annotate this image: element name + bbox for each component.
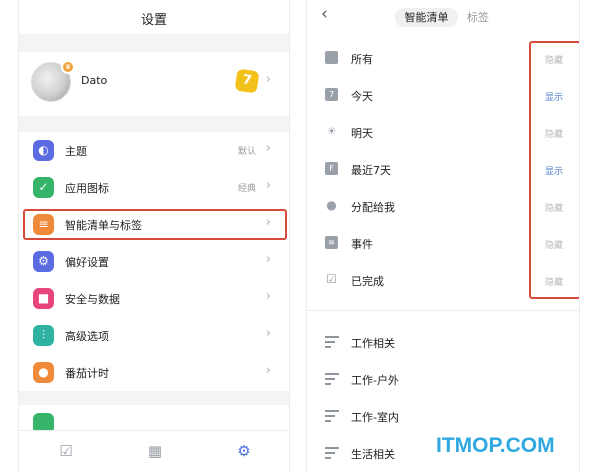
chevron-right-icon: › (265, 326, 271, 341)
section-gap (19, 391, 289, 405)
lock-icon: ■ (33, 288, 54, 309)
tag-item-label: 工作-室内 (351, 411, 399, 424)
gear-icon[interactable]: ⚙ (235, 442, 253, 460)
tag-list-icon (325, 336, 339, 348)
person-icon: ● (326, 198, 337, 212)
crown-icon: ♛ (61, 60, 75, 74)
list-item-label: 最近7天 (351, 164, 391, 177)
divider (307, 310, 579, 311)
watermark: ITMOP.COM (436, 434, 555, 457)
chevron-right-icon: › (265, 178, 271, 193)
checkbox-icon: ☑ (326, 272, 337, 286)
list-item-label: 事件 (351, 238, 373, 251)
menu-item-label: 偏好设置 (65, 256, 109, 269)
tag-item[interactable]: 工作-室内 (307, 398, 579, 435)
checkbox-icon[interactable]: ☑ (57, 442, 75, 460)
section-gap (19, 116, 289, 132)
page-title: 设置 (140, 13, 167, 28)
menu-item-theme[interactable]: ◐ 主题 默认 › (19, 132, 289, 169)
gear-icon: ⚙ (33, 251, 54, 272)
tag-item[interactable]: 工作-户外 (307, 361, 579, 398)
tag-item[interactable]: 工作相关 (307, 324, 579, 361)
feed-icon: ≋ (325, 236, 338, 249)
chevron-right-icon: › (265, 252, 271, 267)
calendar-today-icon: 7 (325, 88, 338, 101)
back-icon[interactable]: ‹ (321, 4, 328, 24)
chevron-right-icon: › (265, 363, 271, 378)
chevron-right-icon: › (265, 141, 271, 156)
sunrise-icon: ☀ (326, 125, 337, 138)
menu-item-security[interactable]: ■ 安全与数据 › (19, 280, 289, 317)
username: Dato (81, 74, 108, 87)
menu-item-preferences[interactable]: ⚙ 偏好设置 › (19, 243, 289, 280)
tab-smart-lists[interactable]: 智能清单 (395, 8, 458, 27)
menu-item-value: 默认 (237, 147, 256, 157)
smart-lists-screen: ‹ 智能清单 标签 所有 隐藏 7 今天 显示 ☀ 明天 隐藏 F 最近7天 显… (306, 0, 580, 472)
tag-item-label: 工作-户外 (351, 374, 399, 387)
list-item-label: 明天 (351, 127, 373, 140)
chevron-right-icon: › (265, 289, 271, 304)
tag-item-label: 生活相关 (351, 448, 395, 461)
menu-item-label: 番茄计时 (65, 367, 109, 380)
profile-row[interactable]: ♛ Dato 7 › (19, 52, 289, 116)
tab-tags[interactable]: 标签 (467, 8, 497, 27)
check-circle-icon: ✓ (33, 177, 54, 198)
chevron-right-icon: › (265, 72, 271, 87)
menu-item-label: 应用图标 (65, 182, 109, 195)
menu-item-label: 主题 (65, 145, 87, 158)
pomodoro-icon: ● (33, 362, 54, 383)
menu-item-label: 安全与数据 (65, 293, 120, 306)
settings-screen: 设置 ♛ Dato 7 › ◐ 主题 默认 › ✓ 应用图标 经典 › ≡ 智能… (18, 0, 290, 472)
inbox-icon (325, 51, 338, 64)
bottom-tab-bar: ☑ ▦ ⚙ (19, 430, 289, 472)
sliders-icon: ⫶ (33, 325, 54, 346)
tag-list-icon (325, 410, 339, 422)
menu-item-label: 高级选项 (65, 330, 109, 343)
calendar-icon[interactable]: ▦ (146, 442, 164, 460)
section-gap (19, 34, 289, 52)
tag-list-icon (325, 373, 339, 385)
level-badge: 7 (234, 68, 260, 94)
calendar-week-icon: F (325, 162, 338, 175)
tag-list-icon (325, 447, 339, 459)
menu-item-advanced[interactable]: ⫶ 高级选项 › (19, 317, 289, 354)
list-item-label: 所有 (351, 53, 373, 66)
tag-item-label: 工作相关 (351, 337, 395, 350)
menu-item-pomodoro[interactable]: ● 番茄计时 › (19, 354, 289, 391)
list-item-label: 今天 (351, 90, 373, 103)
list-item-label: 已完成 (351, 275, 384, 288)
menu-item-value: 经典 (237, 184, 256, 194)
menu-item-app-icon[interactable]: ✓ 应用图标 经典 › (19, 169, 289, 206)
highlight-box (23, 209, 287, 240)
list-item-label: 分配给我 (351, 201, 395, 214)
palette-icon: ◐ (33, 140, 54, 161)
highlight-box (529, 41, 579, 299)
